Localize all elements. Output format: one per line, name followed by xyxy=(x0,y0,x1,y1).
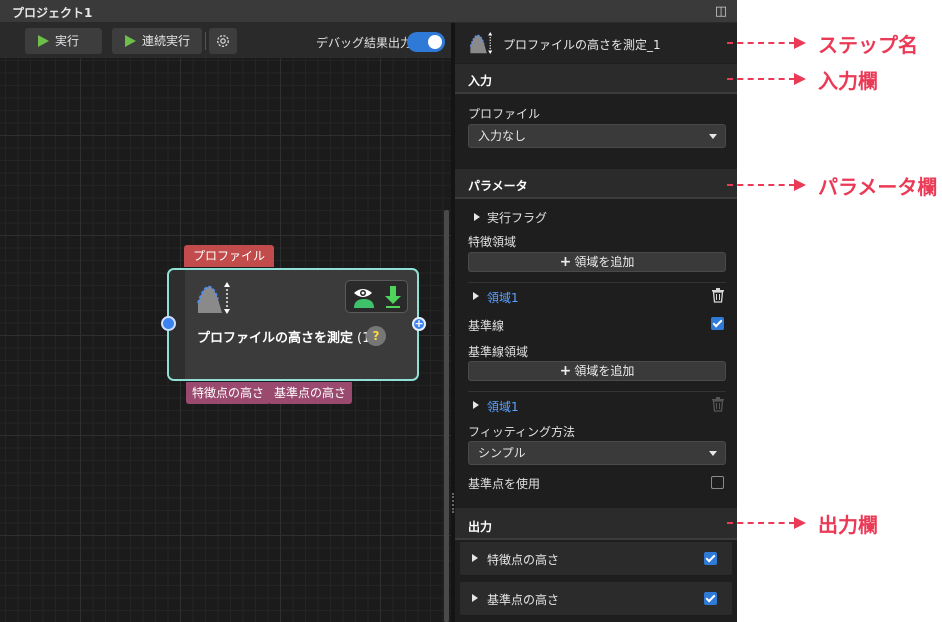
trash-icon xyxy=(712,397,724,412)
add-region-label: 領域を追加 xyxy=(574,255,635,269)
toolbar-divider xyxy=(205,32,206,50)
gear-icon xyxy=(216,34,230,48)
step-node[interactable]: プロファイルの高さを測定(1) ? xyxy=(167,268,419,381)
annotation-arrow-icon xyxy=(794,517,806,529)
add-feature-region-button[interactable]: + 領域を追加 xyxy=(468,252,726,272)
node-input-port[interactable] xyxy=(161,316,176,331)
annotation-line-output xyxy=(727,522,795,524)
node-output-port-plus-icon[interactable]: + xyxy=(412,317,426,331)
node-output-tag-ref-height[interactable]: 基準点の高さ xyxy=(268,382,353,404)
profile-label: プロファイル xyxy=(468,107,541,121)
debug-output-label: デバッグ結果出力 xyxy=(316,36,413,50)
panel-header: プロファイルの高さを測定_1 xyxy=(455,23,737,63)
profile-height-icon xyxy=(469,32,493,54)
chevron-down-icon xyxy=(709,134,717,139)
run-button-label: 実行 xyxy=(55,34,80,48)
trash-icon[interactable] xyxy=(710,287,726,303)
preview-user-icon[interactable] xyxy=(352,285,378,309)
annotation-input: 入力欄 xyxy=(818,69,878,93)
output-section-header: 出力 xyxy=(455,508,737,540)
annotation-arrow-icon xyxy=(794,37,806,49)
baseline-label: 基準線 xyxy=(468,319,505,333)
use-ref-point-label: 基準点を使用 xyxy=(468,477,541,491)
editor-toolbar: 実行 連続実行 デバッグ結果出力 xyxy=(0,23,451,58)
expand-triangle-icon[interactable] xyxy=(472,594,478,602)
annotation-step-name: ステップ名 xyxy=(818,33,918,57)
fitting-method-label: フィッティング方法 xyxy=(468,425,576,439)
window-title: プロジェクト1 xyxy=(12,6,93,20)
exec-flag-label[interactable]: 実行フラグ xyxy=(487,209,547,226)
output-item-feature-height[interactable]: 特徴点の高さ xyxy=(460,542,732,575)
output-section-title: 出力 xyxy=(468,520,493,534)
run-button[interactable]: 実行 xyxy=(25,28,102,54)
chevron-down-icon xyxy=(709,451,717,456)
annotation-line-step-name xyxy=(727,42,795,44)
annotation-line-parameters xyxy=(727,184,795,186)
node-output-tag-feature-height[interactable]: 特徴点の高さ xyxy=(186,382,271,404)
splitter-grip-icon xyxy=(452,493,454,513)
toggle-knob xyxy=(428,35,442,49)
region-name: 領域1 xyxy=(487,400,519,414)
baseline-region-label: 基準線領域 xyxy=(468,345,529,359)
profile-dropdown[interactable]: 入力なし xyxy=(468,124,726,148)
node-input-tag[interactable]: プロファイル xyxy=(184,245,275,267)
expand-triangle-icon[interactable] xyxy=(473,292,479,300)
output-item-ref-height[interactable]: 基準点の高さ xyxy=(460,582,732,615)
play-icon xyxy=(125,35,136,47)
add-region-label: 領域を追加 xyxy=(574,364,635,378)
annotation-line-input xyxy=(727,78,795,80)
annotation-parameters: パラメータ欄 xyxy=(818,175,938,199)
annotation-arrow-icon xyxy=(794,179,806,191)
panel-toggle-icon[interactable]: ◫ xyxy=(711,3,731,20)
window-titlebar: プロジェクト1 ◫ xyxy=(0,0,737,23)
output-item-checkbox[interactable] xyxy=(704,592,717,605)
expand-triangle-icon[interactable] xyxy=(474,213,480,221)
step-name: プロファイルの高さを測定_1 xyxy=(503,38,661,52)
parameter-section-title: パラメータ xyxy=(468,179,528,193)
baseline-region-item[interactable]: 領域1 xyxy=(468,391,726,417)
continuous-run-button[interactable]: 連続実行 xyxy=(112,28,202,54)
profile-dropdown-value: 入力なし xyxy=(478,129,527,143)
step-property-panel: プロファイルの高さを測定_1 入力 プロファイル 入力なし パラメータ 実行フラ… xyxy=(455,23,737,622)
fitting-method-dropdown[interactable]: シンプル xyxy=(468,441,726,465)
profile-height-icon xyxy=(197,282,230,314)
region-name: 領域1 xyxy=(487,291,519,305)
baseline-checkbox[interactable] xyxy=(711,317,724,330)
input-section-title: 入力 xyxy=(468,74,493,88)
debug-output-toggle[interactable] xyxy=(407,32,445,52)
add-baseline-region-button[interactable]: + 領域を追加 xyxy=(468,361,726,381)
parameter-section-header: パラメータ xyxy=(455,169,737,199)
node-title-text: プロファイルの高さを測定 xyxy=(197,331,354,346)
fitting-method-value: シンプル xyxy=(478,446,526,460)
plus-icon: + xyxy=(559,363,572,379)
app-root: プロジェクト1 ◫ 実行 連続実行 デバッグ結果出力 プロファイル プロファイル… xyxy=(0,0,942,622)
settings-button[interactable] xyxy=(209,28,237,54)
output-item-label: 特徴点の高さ xyxy=(487,553,560,567)
feature-region-item[interactable]: 領域1 xyxy=(468,282,726,308)
play-icon xyxy=(38,35,49,47)
continuous-run-label: 連続実行 xyxy=(142,34,191,48)
node-title: プロファイルの高さを測定(1) xyxy=(197,327,375,346)
use-ref-point-checkbox[interactable] xyxy=(711,476,724,489)
annotation-arrow-icon xyxy=(794,73,806,85)
node-action-group xyxy=(345,280,408,313)
feature-region-label: 特徴領域 xyxy=(468,235,517,249)
annotation-output: 出力欄 xyxy=(818,513,878,537)
help-icon[interactable]: ? xyxy=(366,326,386,346)
output-item-checkbox[interactable] xyxy=(704,552,717,565)
expand-triangle-icon[interactable] xyxy=(472,554,478,562)
expand-triangle-icon[interactable] xyxy=(473,401,479,409)
output-item-label: 基準点の高さ xyxy=(487,593,560,607)
canvas-scrollbar[interactable] xyxy=(444,210,449,622)
download-icon[interactable] xyxy=(384,285,402,309)
plus-icon: + xyxy=(559,254,572,270)
input-section-header: 入力 xyxy=(455,64,737,94)
